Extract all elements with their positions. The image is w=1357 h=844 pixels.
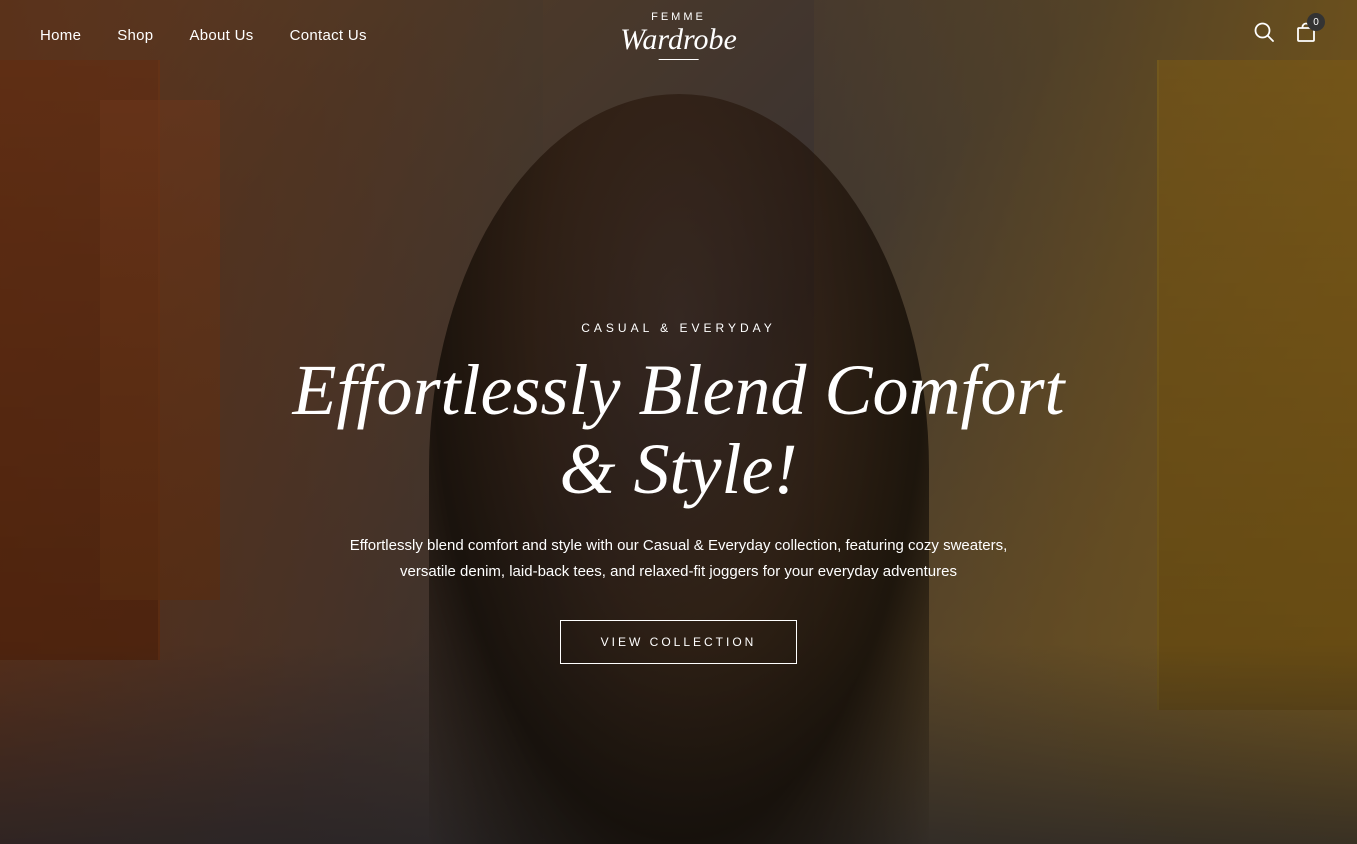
brand-logo[interactable]: FEMME Wardrobe	[620, 11, 737, 60]
hero-headline: Effortlessly Blend Comfort & Style!	[289, 351, 1069, 509]
hero-section: Home Shop About Us Contact Us FEMME Ward…	[0, 0, 1357, 844]
nav-links-left: Home Shop About Us Contact Us	[40, 27, 367, 44]
brand-name-bottom: Wardrobe	[620, 25, 737, 55]
hero-description: Effortlessly blend comfort and style wit…	[329, 533, 1029, 584]
nav-home[interactable]: Home	[40, 27, 81, 44]
logo-divider	[659, 59, 699, 60]
hero-eyebrow: CASUAL & EVERYDAY	[289, 321, 1069, 335]
brand-name-top: FEMME	[620, 11, 737, 23]
nav-shop[interactable]: Shop	[117, 27, 153, 44]
search-icon[interactable]	[1253, 21, 1275, 49]
cart-badge-count: 0	[1307, 13, 1325, 31]
view-collection-button[interactable]: VIEW COLLECTION	[560, 620, 798, 664]
nav-contact[interactable]: Contact Us	[290, 27, 367, 44]
cart-icon[interactable]: 0	[1295, 21, 1317, 49]
nav-icons-right: 0	[1253, 21, 1317, 49]
nav-about[interactable]: About Us	[189, 27, 253, 44]
hero-content: CASUAL & EVERYDAY Effortlessly Blend Com…	[289, 321, 1069, 664]
navbar: Home Shop About Us Contact Us FEMME Ward…	[0, 0, 1357, 70]
